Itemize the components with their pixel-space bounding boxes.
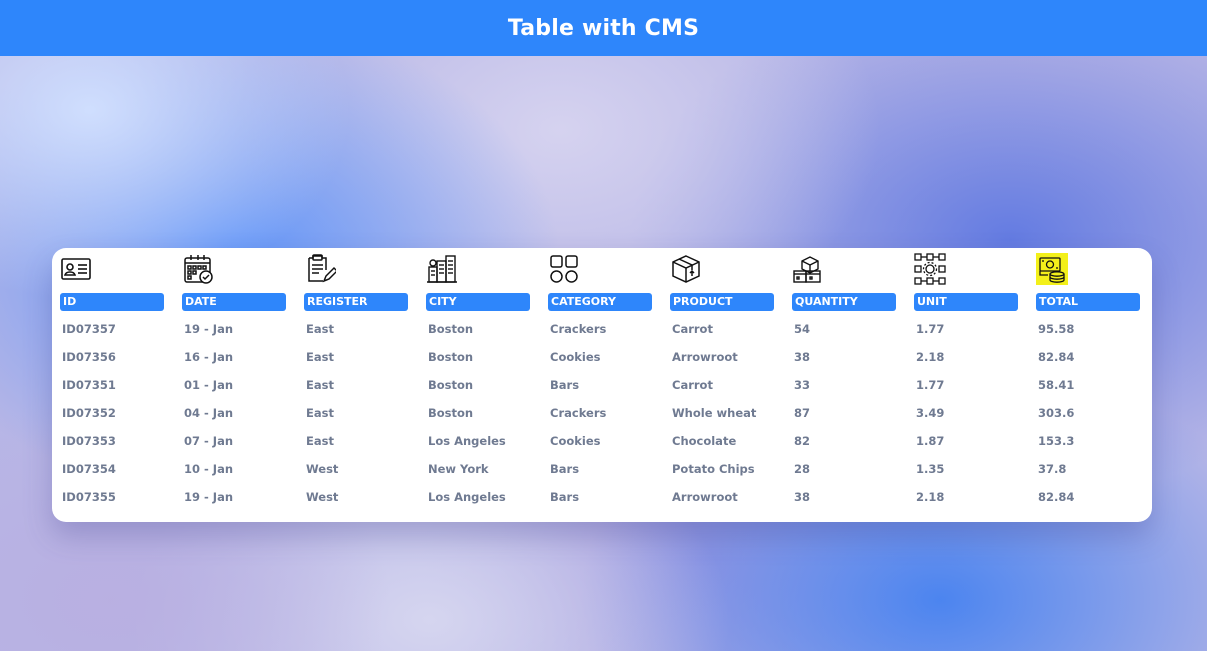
table-cell: Cookies — [550, 434, 601, 448]
table-cell: East — [306, 406, 334, 420]
table-cell: Carrot — [672, 322, 713, 336]
column-header-register[interactable]: REGISTER — [304, 293, 408, 311]
table-cell: 54 — [794, 322, 811, 336]
table-cell: 303.6 — [1038, 406, 1075, 420]
table-cell: New York — [428, 462, 489, 476]
category-grid-icon — [548, 253, 580, 285]
table-cell: Carrot — [672, 378, 713, 392]
table-cell: ID07357 — [62, 322, 116, 336]
table-cell: 82.84 — [1038, 350, 1075, 364]
table-cell: 19 - Jan — [184, 490, 234, 504]
table-cell: Bars — [550, 462, 580, 476]
table-cell: ID07353 — [62, 434, 116, 448]
column-header-product[interactable]: PRODUCT — [670, 293, 774, 311]
table-cell: ID07351 — [62, 378, 116, 392]
column-header-id[interactable]: ID — [60, 293, 164, 311]
table-cell: 37.8 — [1038, 462, 1067, 476]
stacked-boxes-icon — [792, 253, 824, 285]
table-cell: 16 - Jan — [184, 350, 234, 364]
table-cell: 2.18 — [916, 350, 945, 364]
table-cell: 07 - Jan — [184, 434, 234, 448]
unit-gear-network-icon — [914, 253, 946, 285]
calendar-icon — [182, 253, 214, 285]
column-header-total[interactable]: TOTAL — [1036, 293, 1140, 311]
table-cell: Crackers — [550, 406, 607, 420]
table-cell: 1.87 — [916, 434, 945, 448]
table-cell: ID07352 — [62, 406, 116, 420]
table-cell: 19 - Jan — [184, 322, 234, 336]
table-cell: East — [306, 322, 334, 336]
table-cell: ID07355 — [62, 490, 116, 504]
table-cell: Arrowroot — [672, 350, 738, 364]
table-cell: 04 - Jan — [184, 406, 234, 420]
table-cell: 95.58 — [1038, 322, 1075, 336]
table-cell: East — [306, 378, 334, 392]
column-header-quantity[interactable]: QUANTITY — [792, 293, 896, 311]
table-cell: 38 — [794, 350, 811, 364]
product-box-icon — [670, 253, 702, 285]
app-header: Table with CMS — [0, 0, 1207, 56]
table-cell: West — [306, 462, 339, 476]
table-cell: 10 - Jan — [184, 462, 234, 476]
table-cell: Arrowroot — [672, 490, 738, 504]
page-title: Table with CMS — [507, 15, 700, 41]
table-cell: 82.84 — [1038, 490, 1075, 504]
table-cell: 33 — [794, 378, 811, 392]
table-cell: 153.3 — [1038, 434, 1075, 448]
table-cell: 3.49 — [916, 406, 945, 420]
data-table: ID ID07357 ID07356 ID07351 ID07352 ID073… — [52, 248, 1152, 522]
table-cell: Whole wheat — [672, 406, 757, 420]
column-header-category[interactable]: CATEGORY — [548, 293, 652, 311]
table-cell: 01 - Jan — [184, 378, 234, 392]
table-cell: 1.35 — [916, 462, 945, 476]
table-cell: Bars — [550, 378, 580, 392]
table-cell: ID07356 — [62, 350, 116, 364]
table-cell: 2.18 — [916, 490, 945, 504]
table-cell: 58.41 — [1038, 378, 1075, 392]
table-cell: ID07354 — [62, 462, 116, 476]
column-header-unit[interactable]: UNIT — [914, 293, 1018, 311]
table-cell: Boston — [428, 378, 474, 392]
table-cell: Crackers — [550, 322, 607, 336]
clipboard-icon — [304, 253, 336, 285]
table-cell: 87 — [794, 406, 811, 420]
table-cell: Chocolate — [672, 434, 737, 448]
table-cell: 82 — [794, 434, 811, 448]
table-cell: Cookies — [550, 350, 601, 364]
table-cell: Boston — [428, 350, 474, 364]
column-header-city[interactable]: CITY — [426, 293, 530, 311]
table-cell: Los Angeles — [428, 434, 506, 448]
table-cell: 38 — [794, 490, 811, 504]
table-cell: West — [306, 490, 339, 504]
table-cell: 1.77 — [916, 322, 945, 336]
table-cell: Boston — [428, 322, 474, 336]
column-header-date[interactable]: DATE — [182, 293, 286, 311]
table-cell: Potato Chips — [672, 462, 755, 476]
table-cell: East — [306, 350, 334, 364]
city-buildings-icon — [426, 253, 458, 285]
id-card-icon — [60, 253, 92, 285]
table-cell: East — [306, 434, 334, 448]
table-cell: 28 — [794, 462, 811, 476]
table-cell: Los Angeles — [428, 490, 506, 504]
table-cell: Boston — [428, 406, 474, 420]
table-cell: Bars — [550, 490, 580, 504]
table-cell: 1.77 — [916, 378, 945, 392]
money-coins-icon — [1036, 253, 1068, 285]
